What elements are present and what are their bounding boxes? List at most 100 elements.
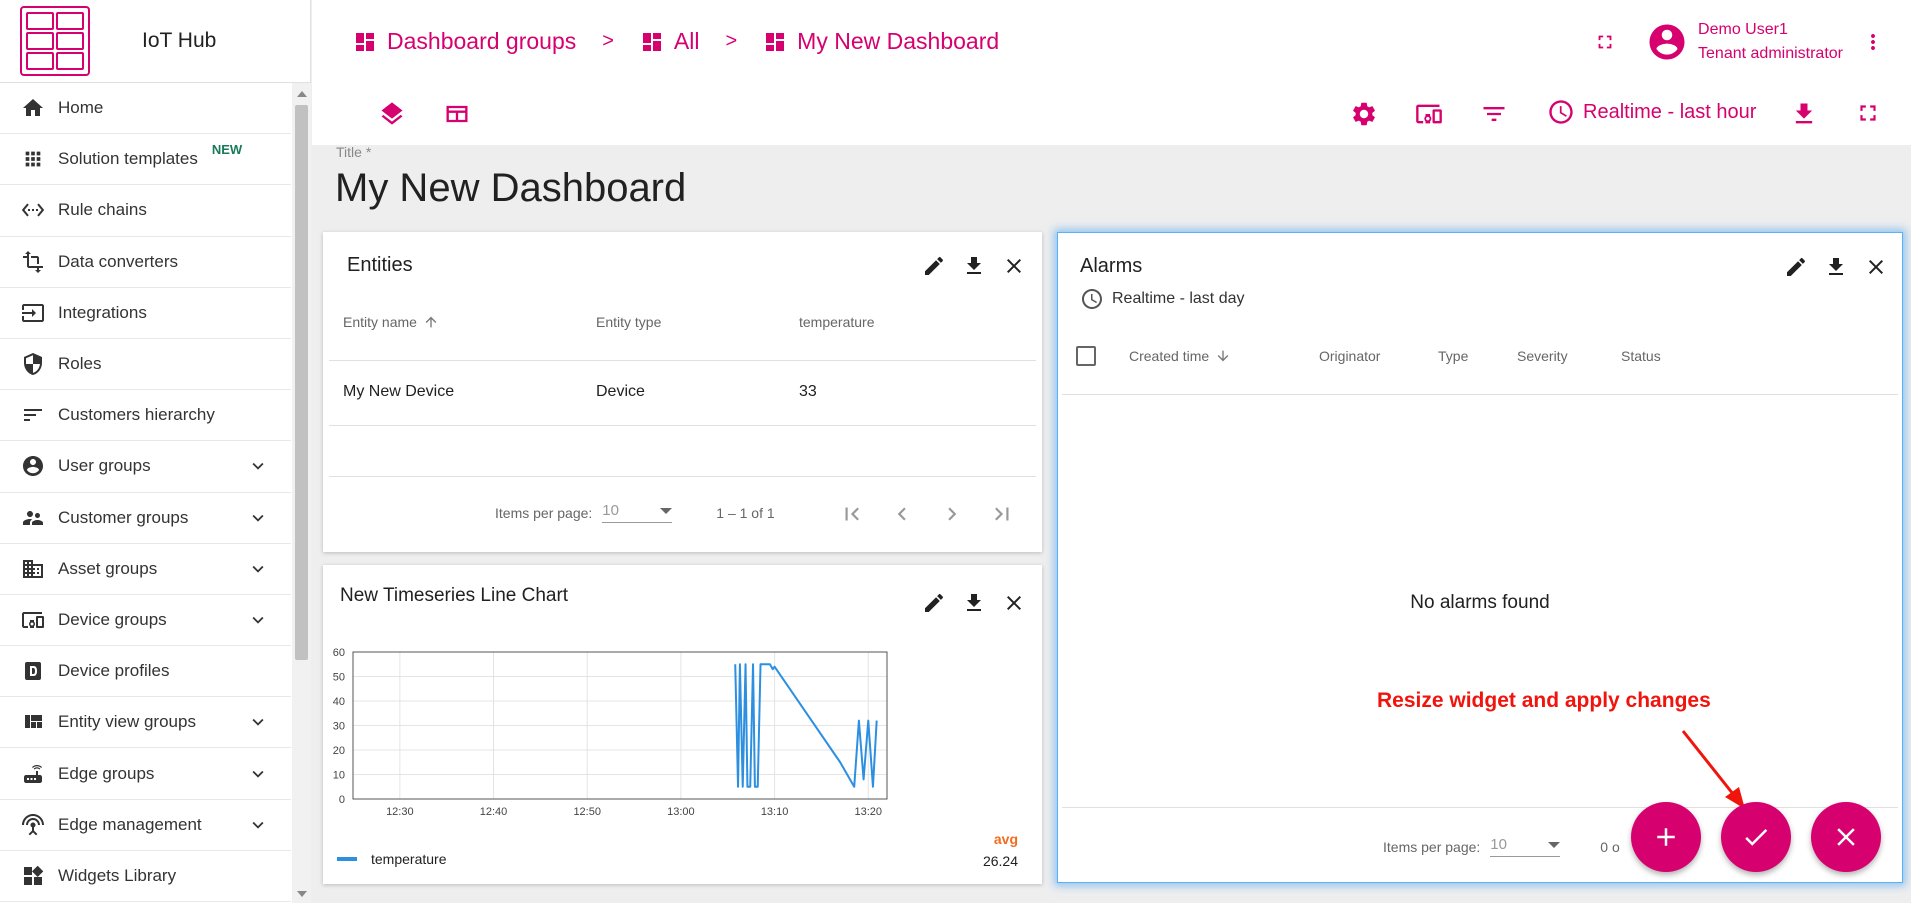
select-all-checkbox[interactable] (1076, 346, 1096, 366)
items-per-page-label: Items per page: (495, 504, 593, 521)
sidebar-item-device-groups[interactable]: Device groups (0, 595, 291, 647)
fullscreen-icon[interactable] (1855, 100, 1881, 126)
download-icon[interactable] (962, 591, 986, 615)
close-icon[interactable] (1864, 255, 1888, 279)
app-logo[interactable] (20, 6, 90, 76)
breadcrumb-separator: > (602, 30, 614, 52)
x-tick-label: 12:50 (573, 806, 601, 815)
sidebar-item-device-profiles[interactable]: Device profiles (0, 646, 291, 698)
breadcrumb: Dashboard groups > All > My New Dashboar… (353, 28, 999, 55)
timewindow-button[interactable]: Realtime - last hour (1547, 98, 1756, 126)
column-header-severity[interactable]: Severity (1517, 348, 1568, 364)
sidebar-item-label: Roles (58, 354, 102, 374)
edit-icon[interactable] (1784, 255, 1808, 279)
last-page-icon[interactable] (989, 501, 1015, 527)
sidebar-item-rule-chains[interactable]: Rule chains (0, 185, 291, 237)
chevron-down-icon (247, 558, 269, 580)
alarms-widget[interactable]: Alarms Realtime - last day Created time … (1057, 232, 1903, 883)
entity-aliases-icon[interactable] (1414, 100, 1444, 128)
sidebar-item-solution-templates[interactable]: Solution templates NEW (0, 134, 291, 186)
line-chart[interactable]: 0 10 20 30 40 50 60 12:30 12:40 12:50 13:00 13:10 13… (323, 635, 1042, 815)
sidebar-item-asset-groups[interactable]: Asset groups (0, 544, 291, 595)
fullscreen-icon[interactable] (1594, 31, 1616, 53)
gear-icon[interactable] (1350, 100, 1378, 128)
clock-icon (1547, 98, 1583, 126)
cell-entity-type[interactable]: Device (596, 383, 645, 401)
first-page-icon[interactable] (839, 501, 865, 527)
edit-icon[interactable] (922, 254, 946, 278)
sidebar-item-roles[interactable]: Roles (0, 339, 291, 391)
top-right-controls: Demo User1 Tenant administrator (1594, 0, 1911, 83)
cell-entity-name[interactable]: My New Device (343, 383, 454, 401)
entities-widget[interactable]: Entities Entity name Entity type tempera… (323, 232, 1042, 552)
sidebar-item-customer-groups[interactable]: Customer groups (0, 493, 291, 544)
supervisor-icon (20, 505, 46, 531)
column-header-status[interactable]: Status (1621, 348, 1661, 364)
layouts-icon[interactable] (443, 100, 471, 128)
check-icon (1741, 822, 1771, 852)
sidebar-item-home[interactable]: Home (0, 83, 291, 135)
close-icon[interactable] (1002, 591, 1026, 615)
download-icon[interactable] (1790, 100, 1818, 128)
column-header-entity-type[interactable]: Entity type (596, 314, 661, 330)
column-header-created-time[interactable]: Created time (1129, 348, 1231, 364)
more-vert-icon[interactable] (1861, 30, 1885, 54)
router-icon (20, 761, 46, 787)
cancel-changes-button[interactable] (1811, 802, 1881, 872)
close-icon[interactable] (1002, 254, 1026, 278)
column-header-temperature[interactable]: temperature (799, 314, 874, 330)
column-header-type[interactable]: Type (1438, 348, 1468, 364)
app-name: IoT Hub (142, 29, 217, 52)
edit-icon[interactable] (922, 591, 946, 615)
sidebar-item-user-groups[interactable]: User groups (0, 441, 291, 493)
alarm-timewindow[interactable]: Realtime - last day (1080, 287, 1245, 311)
scroll-down-arrow-icon[interactable] (297, 891, 307, 897)
page-size-select[interactable]: 10 (1490, 836, 1561, 857)
previous-page-icon[interactable] (889, 501, 915, 527)
apply-changes-button[interactable] (1721, 802, 1791, 872)
legend-item[interactable]: temperature (337, 851, 446, 867)
sidebar-item-data-converters[interactable]: Data converters (0, 237, 291, 288)
download-icon[interactable] (1824, 255, 1848, 279)
divider (329, 360, 1036, 361)
breadcrumb-dashboard-groups[interactable]: Dashboard groups (353, 28, 576, 55)
items-per-page-label: Items per page: (1383, 838, 1481, 855)
column-header-label: Created time (1129, 348, 1210, 364)
filter-icon[interactable] (1480, 100, 1508, 128)
dashboard-toolbar: Realtime - last hour (312, 83, 1911, 145)
download-icon[interactable] (962, 254, 986, 278)
column-header-originator[interactable]: Originator (1319, 348, 1380, 364)
sidebar-item-integrations[interactable]: Integrations (0, 288, 291, 339)
annotation-text: Resize widget and apply changes (1377, 689, 1711, 712)
domain-icon (20, 556, 46, 582)
paginator: Items per page: 10 1 – 1 of 1 (495, 502, 775, 523)
column-header-label: Originator (1319, 348, 1381, 364)
scroll-up-arrow-icon[interactable] (297, 91, 307, 97)
x-tick-label: 13:10 (761, 806, 789, 815)
transform-icon (20, 249, 46, 275)
dashboard-title-input[interactable]: My New Dashboard (335, 166, 686, 211)
sidebar-item-edge-groups[interactable]: Edge groups (0, 748, 291, 800)
cell-temperature[interactable]: 33 (799, 383, 817, 401)
breadcrumb-all[interactable]: All (640, 28, 699, 55)
sort-icon (20, 402, 46, 428)
widget-title: Alarms (1080, 255, 1143, 277)
sidebar-scrollbar[interactable] (292, 83, 311, 903)
scrollbar-thumb[interactable] (295, 105, 308, 660)
add-widget-button[interactable] (1631, 802, 1701, 872)
sidebar-item-edge-management[interactable]: Edge management (0, 800, 291, 851)
column-header-entity-name[interactable]: Entity name (343, 314, 439, 330)
paginator: Items per page: 10 0 o (1383, 836, 1620, 857)
breadcrumb-label: Dashboard groups (387, 28, 577, 54)
layers-icon[interactable] (378, 100, 406, 128)
sidebar-item-widgets-library[interactable]: Widgets Library (0, 851, 291, 902)
next-page-icon[interactable] (939, 501, 965, 527)
sidebar-item-label: Data converters (58, 251, 178, 271)
sidebar-item-customers-hierarchy[interactable]: Customers hierarchy (0, 390, 291, 442)
timeseries-chart-widget[interactable]: New Timeseries Line Chart 0 10 20 30 40 50 60 1… (323, 565, 1042, 884)
x-tick-label: 12:40 (480, 806, 508, 815)
user-menu[interactable]: Demo User1 Tenant administrator (1646, 18, 1843, 66)
page-size-select[interactable]: 10 (602, 502, 673, 523)
sidebar-item-entity-view-groups[interactable]: Entity view groups (0, 697, 291, 749)
account-circle-icon (1646, 21, 1688, 63)
